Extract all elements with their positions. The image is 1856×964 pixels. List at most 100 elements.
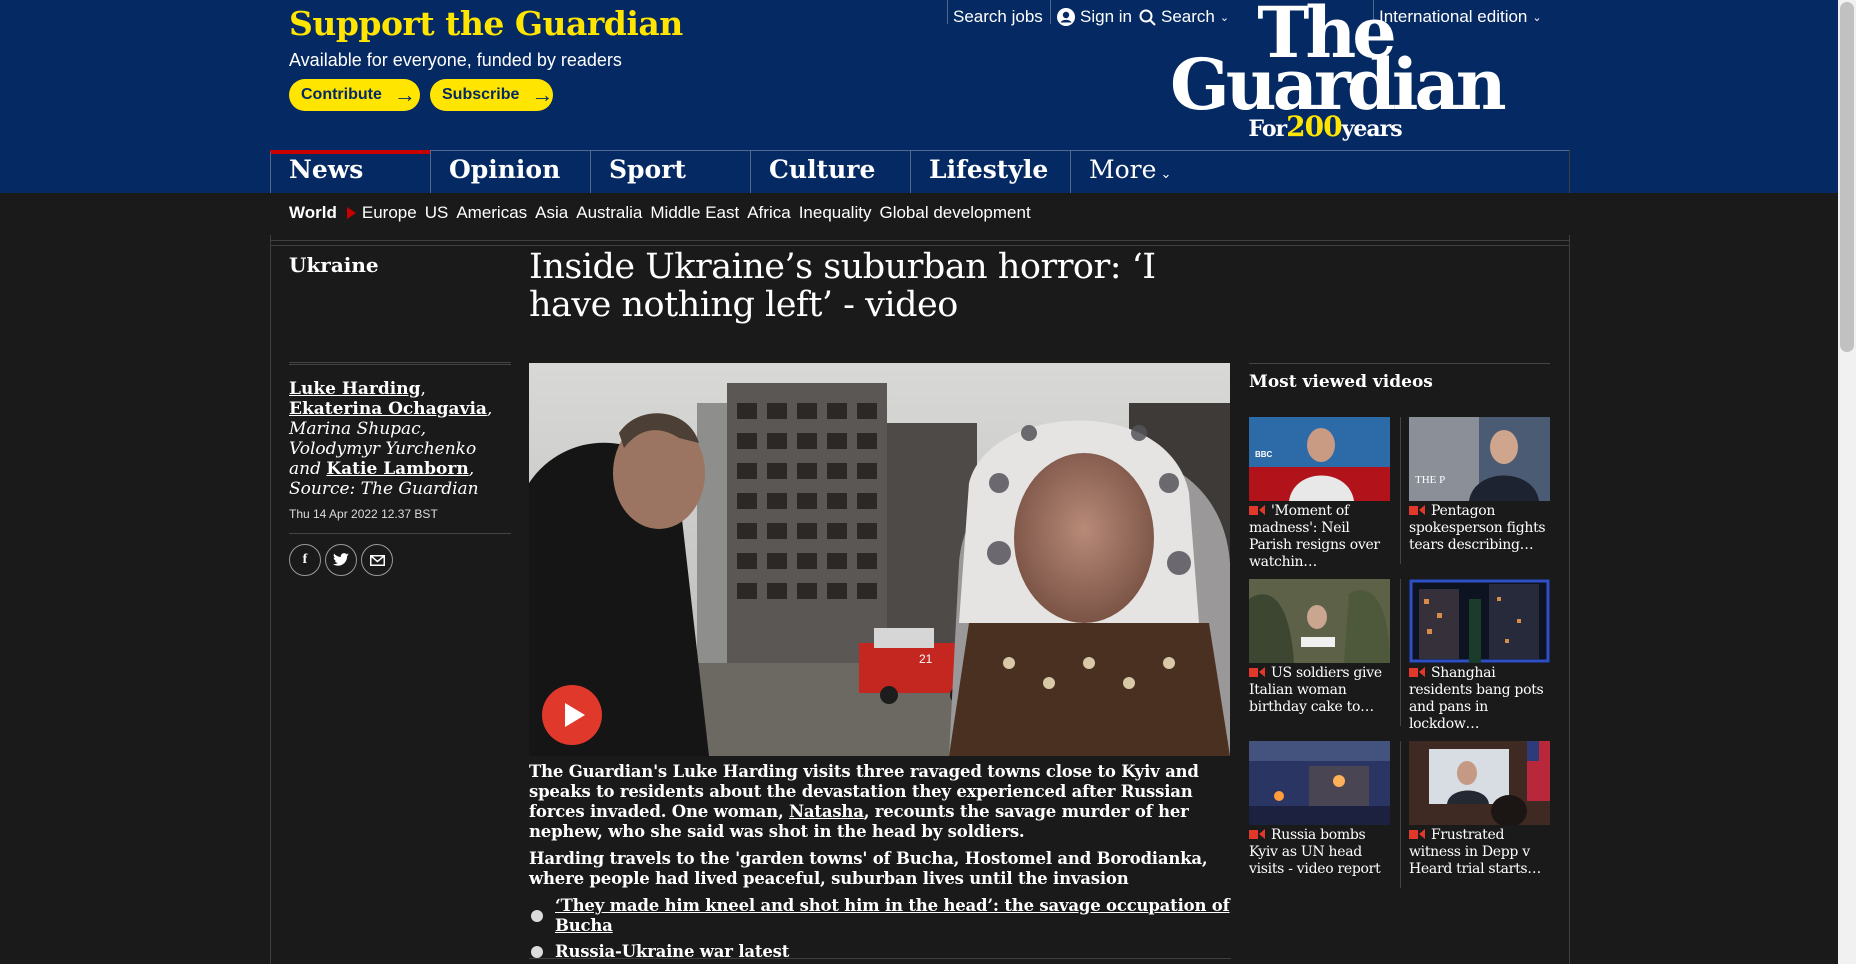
frame-left <box>270 193 271 964</box>
divider <box>1400 741 1401 888</box>
play-button[interactable] <box>542 685 602 745</box>
site-header: Support the Guardian Available for every… <box>0 0 1838 194</box>
subnav-europe[interactable]: Europe <box>362 203 417 223</box>
search-jobs-label: Search jobs <box>953 7 1043 26</box>
frame-right <box>1569 150 1570 964</box>
pillar-more[interactable]: More ⌄ <box>1070 151 1230 194</box>
thumbnail-image <box>1409 579 1550 663</box>
most-viewed-headline: 'Moment of madness': Neil Parish resigns… <box>1249 503 1391 571</box>
subnav: World Europe US Americas Asia Australia … <box>0 193 1838 235</box>
sign-in-link[interactable]: Sign in <box>1057 6 1132 28</box>
support-subtitle: Available for everyone, funded by reader… <box>289 50 622 70</box>
subnav-asia[interactable]: Asia <box>535 203 568 223</box>
most-viewed-headline: Frustrated witness in Depp v Heard trial… <box>1409 827 1551 878</box>
byline-separator: , <box>420 379 426 399</box>
chevron-down-icon: ⌄ <box>1532 11 1542 24</box>
pillar-news[interactable]: News <box>270 150 430 193</box>
triangle-right-icon <box>346 207 356 219</box>
author-link[interactable]: Ekaterina Ochagavia <box>289 399 487 419</box>
subnav-australia[interactable]: Australia <box>576 203 642 223</box>
most-viewed-headline: Pentagon spokesperson fights tears descr… <box>1409 503 1551 554</box>
most-viewed-item[interactable]: THE P Pentagon spokesperson fights tears… <box>1409 417 1551 554</box>
divider <box>270 240 1570 241</box>
video-player[interactable]: 21 <box>529 363 1230 756</box>
divider <box>1050 0 1051 24</box>
pillar-nav: News Opinion Sport Culture Lifestyle Mor… <box>270 150 1570 194</box>
pillar-lifestyle[interactable]: Lifestyle <box>910 151 1070 194</box>
support-title: Support the Guardian <box>289 4 683 43</box>
guardian-logo[interactable]: The Guardian For200years <box>1170 0 1507 143</box>
sign-in-label: Sign in <box>1080 7 1132 26</box>
most-viewed-headline: Shanghai residents bang pots and pans in… <box>1409 665 1551 733</box>
facebook-share-button[interactable]: f <box>289 544 321 576</box>
email-icon <box>369 554 385 566</box>
more-label: More <box>1089 155 1157 184</box>
subnav-americas[interactable]: Americas <box>456 203 527 223</box>
contribute-label: Contribute <box>301 86 382 103</box>
pillar-opinion[interactable]: Opinion <box>430 151 590 194</box>
divider <box>947 0 948 24</box>
thumb-text: THE P <box>1415 474 1445 486</box>
video-camera-icon <box>1249 829 1265 840</box>
most-viewed-text: Pentagon spokesperson fights tears descr… <box>1409 503 1546 553</box>
most-viewed-item[interactable]: US soldiers give Italian woman birthday … <box>1249 579 1391 716</box>
subnav-us[interactable]: US <box>425 203 449 223</box>
video-thumbnail <box>1249 741 1390 825</box>
most-viewed-item[interactable]: BBC 'Moment of madness': Neil Parish res… <box>1249 417 1391 571</box>
natasha-link[interactable]: Natasha <box>789 802 864 821</box>
most-viewed-item[interactable]: Frustrated witness in Depp v Heard trial… <box>1409 741 1551 878</box>
most-viewed-text: US soldiers give Italian woman birthday … <box>1249 665 1382 715</box>
subnav-world[interactable]: World <box>289 203 337 223</box>
most-viewed-item[interactable]: Shanghai residents bang pots and pans in… <box>1409 579 1551 733</box>
subscribe-button[interactable]: Subscribe → <box>430 79 553 111</box>
divider <box>1400 579 1401 726</box>
arrow-right-icon: → <box>393 82 416 107</box>
video-thumbnail: 21 <box>529 363 1230 756</box>
search-icon <box>1139 9 1156 26</box>
most-viewed-text: 'Moment of madness': Neil Parish resigns… <box>1249 503 1380 570</box>
email-share-button[interactable] <box>361 544 393 576</box>
scrollbar[interactable] <box>1838 0 1856 964</box>
related-link-item: Russia-Ukraine war latest <box>529 942 1231 962</box>
facebook-icon: f <box>302 552 308 567</box>
pillar-sport[interactable]: Sport <box>590 151 750 194</box>
subnav-middle-east[interactable]: Middle East <box>650 203 739 223</box>
video-camera-icon <box>1409 667 1425 678</box>
most-viewed-text: Shanghai residents bang pots and pans in… <box>1409 665 1544 732</box>
divider <box>529 958 1231 959</box>
thumbnail-image <box>1249 741 1390 825</box>
subscribe-label: Subscribe <box>442 86 520 103</box>
thumbnail-image <box>1249 579 1390 663</box>
video-thumbnail <box>1249 579 1390 663</box>
author-link[interactable]: Luke Harding <box>289 379 420 399</box>
arrow-right-icon: → <box>531 82 554 107</box>
video-thumbnail: BBC <box>1249 417 1390 501</box>
truck-number: 21 <box>919 652 933 666</box>
related-link[interactable]: Russia-Ukraine war latest <box>555 942 789 962</box>
byline: Luke Harding, Ekaterina Ochagavia, Marin… <box>289 379 511 499</box>
pillar-culture[interactable]: Culture <box>750 151 910 194</box>
video-thumbnail <box>1409 741 1550 825</box>
section-label[interactable]: Ukraine <box>289 253 379 277</box>
video-camera-icon <box>1409 829 1425 840</box>
bullet-icon <box>531 946 543 958</box>
most-viewed-item[interactable]: Russia bombs Kyiv as UN head visits - vi… <box>1249 741 1391 878</box>
related-link[interactable]: ‘They made him kneel and shot him in the… <box>555 896 1231 936</box>
scrollbar-thumb[interactable] <box>1840 2 1854 352</box>
byline-block: Luke Harding, Ekaterina Ochagavia, Marin… <box>289 362 511 576</box>
subnav-inequality[interactable]: Inequality <box>799 203 872 223</box>
share-buttons: f <box>289 544 511 576</box>
contribute-button[interactable]: Contribute → <box>289 79 420 111</box>
search-jobs-link[interactable]: Search jobs <box>953 6 1043 28</box>
subnav-global-development[interactable]: Global development <box>879 203 1030 223</box>
video-camera-icon <box>1249 505 1265 516</box>
publish-date: Thu 14 Apr 2022 12.37 BST <box>289 507 511 534</box>
author-link[interactable]: Katie Lamborn <box>326 459 468 479</box>
most-viewed-headline: Russia bombs Kyiv as UN head visits - vi… <box>1249 827 1391 878</box>
standfirst-paragraph: Harding travels to the 'garden towns' of… <box>529 849 1208 888</box>
most-viewed-title: Most viewed videos <box>1249 363 1550 392</box>
most-viewed-text: Frustrated witness in Depp v Heard trial… <box>1409 827 1541 877</box>
logo-for: For <box>1248 116 1287 142</box>
subnav-africa[interactable]: Africa <box>747 203 790 223</box>
twitter-share-button[interactable] <box>325 544 357 576</box>
